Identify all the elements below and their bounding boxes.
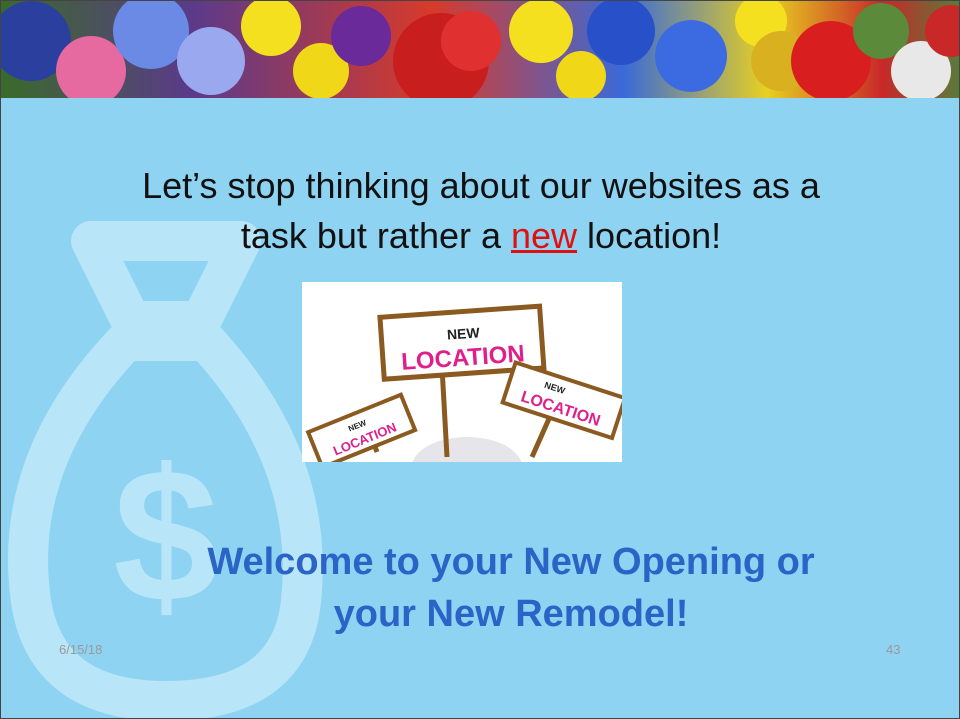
flower-banner-image	[1, 1, 959, 98]
headline-line-2: task but rather a new location!	[61, 211, 901, 261]
money-bag-icon: $	[8, 221, 323, 718]
headline-line-1: Let’s stop thinking about our websites a…	[142, 165, 820, 206]
headline-text-end: location!	[577, 215, 722, 256]
headline-text: task but rather a	[240, 215, 511, 256]
welcome-message: Welcome to your New Opening or your New …	[96, 536, 926, 640]
welcome-line-2: your New Remodel!	[333, 593, 689, 635]
sign-main-line-1: NEW	[446, 324, 480, 342]
slide-date: 6/15/18	[59, 642, 103, 657]
slide-headline: Let’s stop thinking about our websites a…	[61, 161, 901, 261]
slide-page-number: 43	[886, 642, 901, 657]
slide: $ Let’s stop thinking about our websites…	[0, 0, 960, 719]
welcome-line-1: Welcome to your New Opening or	[207, 541, 815, 583]
headline-emphasis-new: new	[511, 215, 578, 256]
new-location-signs-image: NEW LOCATION NEW LOCATION NEW LOCATION	[302, 282, 622, 462]
